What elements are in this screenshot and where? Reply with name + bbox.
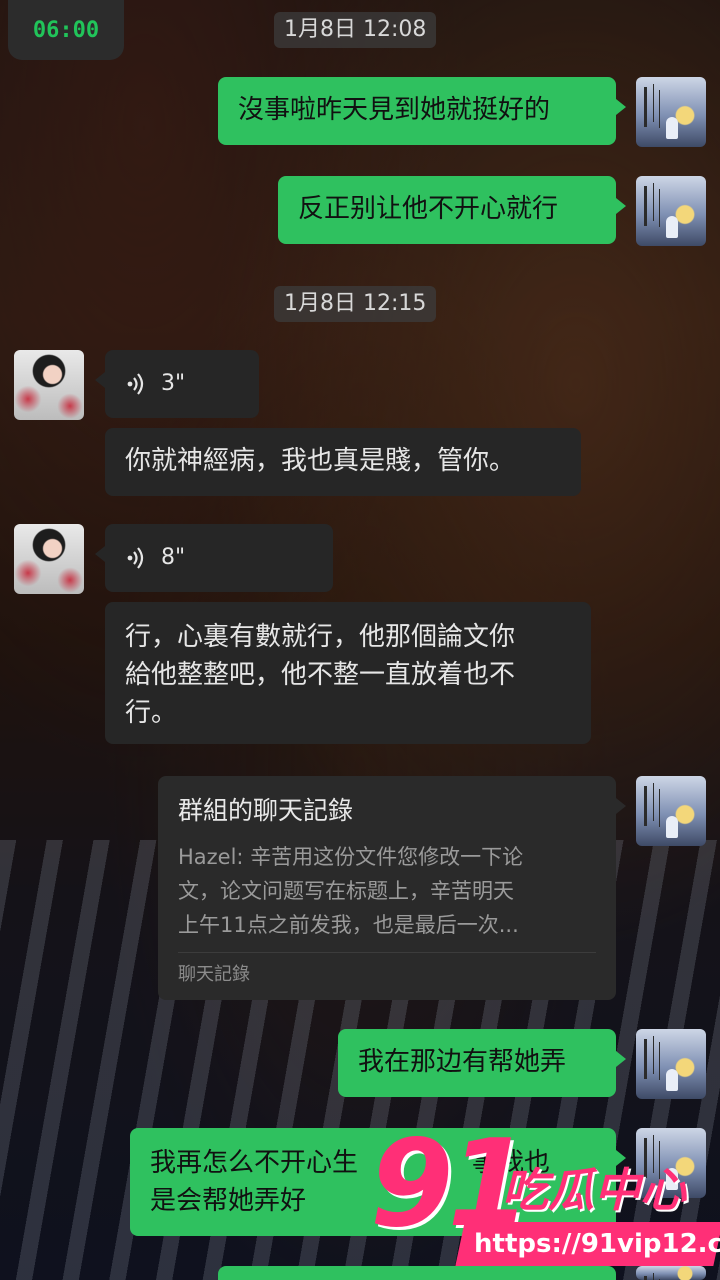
card-divider	[178, 952, 596, 953]
chat-record-footer: 聊天記錄	[178, 964, 250, 985]
self-avatar[interactable]	[636, 1029, 706, 1099]
watermark-url: https://91vip12.com	[455, 1222, 720, 1266]
watermark-logo: 91 吃瓜中心 https://91vip12.com	[370, 1120, 720, 1280]
timestamp: 1月8日 12:08	[274, 12, 437, 48]
message-bubble-self[interactable]: 沒事啦昨天見到她就挺好的	[218, 77, 626, 145]
self-avatar[interactable]	[636, 77, 706, 147]
chat-record-title: 群組的聊天記錄	[178, 796, 354, 825]
message-text: 沒事啦昨天見到她就挺好的	[238, 95, 551, 125]
message-bubble-other[interactable]: 你就神經病，我也真是賤，管你。	[105, 428, 581, 496]
message-bubble-self[interactable]: 我在那边有帮她弄	[338, 1029, 626, 1097]
message-bubble-other[interactable]: 行，心裏有數就行，他那個論文你 給他整整吧，他不整一直放着也不 行。	[105, 602, 591, 744]
contact-avatar[interactable]	[14, 350, 84, 420]
chat-record-card[interactable]: 群組的聊天記錄 Hazel: 辛苦用这份文件您修改一下论 文，论文问题写在标题上…	[158, 776, 626, 1000]
self-avatar[interactable]	[636, 176, 706, 246]
status-time: 06:00	[8, 0, 124, 60]
message-text: 你就神經病，我也真是賤，管你。	[125, 446, 516, 476]
voice-duration: 3"	[161, 371, 186, 396]
voice-wave-icon	[127, 372, 145, 396]
voice-message[interactable]: 8"	[95, 524, 333, 592]
contact-avatar[interactable]	[14, 524, 84, 594]
voice-duration: 8"	[161, 545, 186, 570]
message-bubble-self[interactable]: 反正别让他不开心就行	[278, 176, 626, 244]
message-text: 反正别让他不开心就行	[298, 194, 559, 224]
message-line: 行，心裏有數就行，他那個論文你	[125, 622, 516, 652]
voice-message[interactable]: 3"	[95, 350, 259, 418]
chat-record-line: 上午11点之前发我，也是最后一次...	[178, 913, 519, 937]
message-line: 行。	[125, 698, 178, 728]
chat-record-line: 文，论文问题写在标题上，辛苦明天	[178, 879, 514, 903]
self-avatar[interactable]	[636, 776, 706, 846]
message-text: 我在那边有帮她弄	[358, 1047, 567, 1077]
message-line: 給他整整吧，他不整一直放着也不	[125, 660, 516, 690]
message-fragment: 我再怎么不开心生	[150, 1148, 359, 1178]
timestamp: 1月8日 12:15	[274, 286, 437, 322]
watermark-name: 吃瓜中心	[502, 1163, 686, 1217]
chat-record-preview: Hazel: 辛苦用这份文件您修改一下论 文，论文问题写在标题上，辛苦明天 上午…	[178, 840, 596, 942]
chat-record-line: Hazel: 辛苦用这份文件您修改一下论	[178, 845, 524, 869]
voice-wave-icon	[127, 546, 145, 570]
